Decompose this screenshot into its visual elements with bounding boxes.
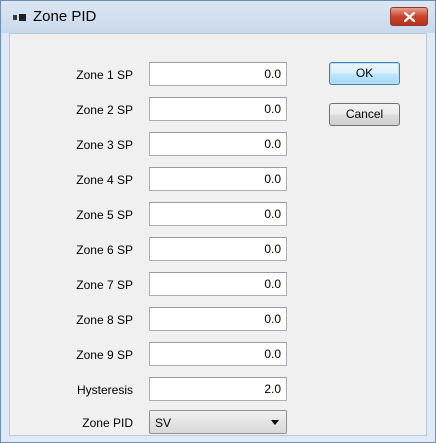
zone-2-sp-label: Zone 2 SP — [76, 103, 133, 117]
zone-9-sp-label: Zone 9 SP — [76, 348, 133, 362]
zone-9-sp-input[interactable] — [149, 342, 287, 366]
zone-4-sp-label: Zone 4 SP — [76, 173, 133, 187]
dialog-window: Zone PID Zone 1 SP Zone 2 SP Zone 3 SP Z… — [0, 0, 436, 443]
zone-7-sp-label: Zone 7 SP — [76, 278, 133, 292]
zone-1-sp-label: Zone 1 SP — [76, 68, 133, 82]
close-button[interactable] — [390, 7, 428, 26]
close-icon — [404, 12, 415, 22]
title-bar[interactable]: Zone PID — [1, 1, 435, 33]
chevron-down-icon — [271, 420, 279, 425]
zone-pid-selected-value: SV — [155, 416, 172, 430]
zone-pid-select[interactable]: SV — [149, 410, 287, 434]
zone-5-sp-input[interactable] — [149, 202, 287, 226]
zone-7-sp-input[interactable] — [149, 272, 287, 296]
hysteresis-input[interactable] — [149, 377, 287, 401]
zone-3-sp-label: Zone 3 SP — [76, 138, 133, 152]
zone-6-sp-label: Zone 6 SP — [76, 243, 133, 257]
zone-pid-label: Zone PID — [82, 416, 133, 430]
cancel-button[interactable]: Cancel — [329, 103, 400, 126]
zone-3-sp-input[interactable] — [149, 132, 287, 156]
zone-8-sp-input[interactable] — [149, 307, 287, 331]
zone-1-sp-input[interactable] — [149, 62, 287, 86]
hysteresis-label: Hysteresis — [76, 383, 133, 397]
window-title: Zone PID — [33, 8, 97, 25]
zone-5-sp-label: Zone 5 SP — [76, 208, 133, 222]
zone-2-sp-input[interactable] — [149, 97, 287, 121]
ok-button[interactable]: OK — [329, 62, 400, 85]
app-icon — [13, 14, 27, 21]
dialog-client-area: Zone 1 SP Zone 2 SP Zone 3 SP Zone 4 SP … — [9, 33, 427, 436]
zone-4-sp-input[interactable] — [149, 167, 287, 191]
zone-6-sp-input[interactable] — [149, 237, 287, 261]
zone-8-sp-label: Zone 8 SP — [76, 313, 133, 327]
